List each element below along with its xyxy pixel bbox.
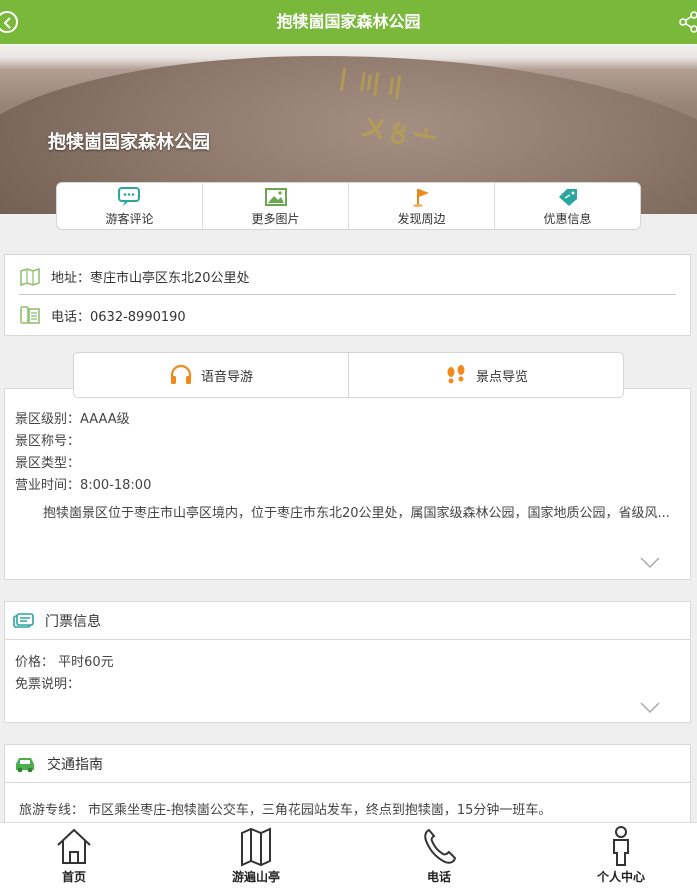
coupon-icon	[558, 189, 577, 206]
tab-label: 景点导览	[475, 369, 528, 385]
scenic-level: 景区级别：AAAA级	[15, 412, 130, 427]
free-ticket-note: 免票说明：	[15, 677, 81, 692]
page-title: 抱犊崮国家森林公园	[276, 12, 421, 31]
nav-label: 首页	[61, 870, 86, 884]
chevron-down-icon[interactable]	[640, 557, 660, 569]
ticket-info-card: 门票信息 价格： 平时60元 免票说明：	[4, 601, 691, 723]
chevron-down-icon[interactable]	[640, 702, 660, 714]
footprints-icon	[447, 365, 465, 384]
traffic-section-header: 交通指南	[5, 745, 690, 783]
tab-spot-guide[interactable]: 景点导览	[349, 353, 623, 397]
scenic-intro: 抱犊崮景区位于枣庄市山亭区境内，位于枣庄市东北20公里处，属国家级森林公园，国家…	[43, 506, 670, 521]
traffic-section-title: 交通指南	[47, 756, 103, 773]
home-icon	[57, 828, 91, 864]
ticket-icon	[13, 612, 34, 628]
person-icon	[613, 826, 629, 866]
quick-item-label: 更多图片	[251, 212, 300, 226]
tab-audio-guide[interactable]: 语音导游	[74, 353, 349, 397]
ticket-section-header: 门票信息	[5, 602, 690, 640]
quick-menu: 游客评论 更多图片 发现周边 优惠信息	[56, 182, 641, 230]
nav-label: 个人中心	[596, 870, 645, 884]
quick-item-label: 优惠信息	[543, 212, 592, 226]
flag-icon	[412, 189, 429, 207]
scenic-honor: 景区称号：	[15, 434, 81, 449]
hero-title: 抱犊崮国家森林公园	[48, 132, 210, 153]
picture-icon	[264, 188, 287, 206]
guide-tabs: 语音导游 景点导览	[73, 352, 624, 398]
nav-tour-shanting[interactable]: 游遍山亭	[206, 825, 306, 885]
car-icon	[16, 757, 34, 772]
contact-info-card: 地址：枣庄市山亭区东北20公里处 电话：0632-8990190	[4, 254, 691, 336]
nav-personal-center[interactable]: 个人中心	[571, 825, 671, 885]
tab-label: 语音导游	[200, 369, 253, 385]
headphones-icon	[170, 364, 192, 384]
quick-item-label: 游客评论	[105, 212, 154, 226]
map-icon	[241, 827, 271, 867]
map-icon	[20, 267, 40, 286]
address-row[interactable]: 地址：枣庄市山亭区东北20公里处	[19, 259, 676, 295]
quick-item-comments[interactable]: 游客评论	[57, 183, 203, 229]
ticket-price: 价格： 平时60元	[15, 655, 114, 670]
nav-home[interactable]: 首页	[24, 825, 124, 885]
nav-label: 电话	[426, 870, 451, 884]
quick-item-nearby[interactable]: 发现周边	[349, 183, 495, 229]
scenic-type: 景区类型：	[15, 456, 81, 471]
traffic-route: 旅游专线： 市区乘坐枣庄-抱犊崮公交车，三角花园站发车，终点到抱犊崮，15分钟一…	[19, 803, 552, 818]
phone-icon	[424, 828, 457, 864]
ticket-section-title: 门票信息	[45, 613, 101, 630]
quick-item-label: 发现周边	[397, 212, 446, 226]
bottom-nav: 首页 游遍山亭 电话 个人中心	[0, 822, 697, 889]
share-icon[interactable]	[677, 11, 697, 33]
top-bar: 抱犊崮国家森林公园	[0, 0, 697, 44]
phone-text: 电话：0632-8990190	[51, 309, 186, 325]
telephone-icon	[20, 306, 40, 324]
opening-hours: 营业时间：8:00-18:00	[15, 478, 152, 493]
comment-icon	[117, 187, 140, 206]
quick-item-pictures[interactable]: 更多图片	[203, 183, 349, 229]
address-text: 地址：枣庄市山亭区东北20公里处	[51, 271, 250, 286]
quick-item-discounts[interactable]: 优惠信息	[495, 183, 640, 229]
phone-row[interactable]: 电话：0632-8990190	[19, 297, 676, 333]
nav-phone[interactable]: 电话	[389, 825, 489, 885]
scenic-description-card: 景区级别：AAAA级 景区称号： 景区类型： 营业时间：8:00-18:00 抱…	[4, 388, 691, 580]
nav-label: 游遍山亭	[231, 870, 280, 884]
